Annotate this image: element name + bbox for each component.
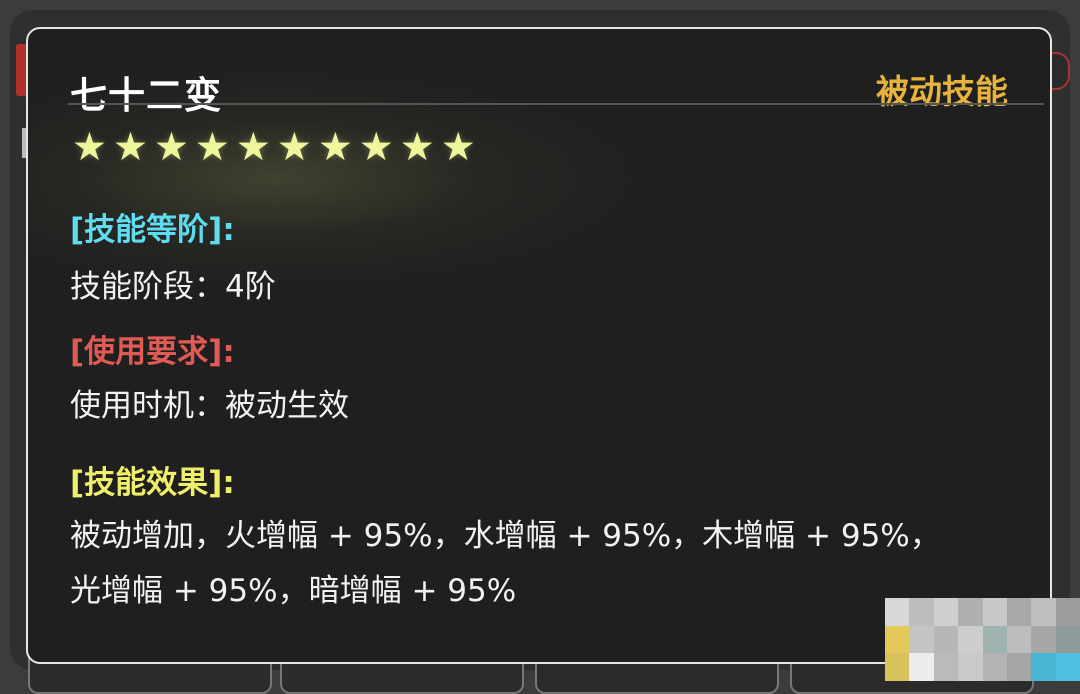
star-icon: ★ — [112, 125, 148, 170]
mosaic-tile — [933, 598, 959, 626]
star-icon: ★ — [399, 125, 435, 170]
mosaic-tile — [982, 653, 1007, 681]
mosaic-tile — [933, 653, 959, 681]
mosaic-tile — [885, 625, 910, 654]
effect-text: 被动增加，火增幅 + 95%，水增幅 + 95%，木增幅 + 95%，光增幅 +… — [70, 518, 941, 609]
star-icon: ★ — [194, 125, 230, 170]
star-icon: ★ — [235, 125, 271, 170]
mosaic-tile — [909, 625, 934, 654]
mosaic-tile — [1055, 598, 1080, 626]
grade-section-header: [技能等阶]: — [70, 212, 235, 248]
mosaic-tile — [933, 625, 959, 654]
requirement-line: 使用时机：被动生效 — [70, 380, 349, 425]
mosaic-tile — [1031, 653, 1056, 681]
mosaic-tile — [1006, 653, 1032, 681]
mosaic-tile — [1031, 598, 1056, 626]
skill-type-label: 被动技能 — [876, 72, 1008, 111]
mosaic-tile — [982, 598, 1007, 626]
mosaic-tile — [1006, 625, 1032, 654]
mosaic-tile — [885, 598, 910, 626]
star-icon: ★ — [440, 125, 476, 170]
grade-line-label: 技能阶段： — [70, 269, 225, 305]
skill-star-rating: ★ ★ ★ ★ ★ ★ ★ ★ ★ ★ — [72, 125, 476, 171]
skill-tooltip-card: 七十二变 被动技能 ★ ★ ★ ★ ★ ★ ★ ★ ★ ★ [技能等阶]: 技能阶段：4阶 [使用… — [26, 27, 1052, 664]
mosaic-tile — [1006, 598, 1032, 626]
mosaic-tile — [909, 598, 934, 626]
star-icon: ★ — [358, 125, 394, 170]
star-icon: ★ — [276, 125, 312, 170]
requirement-line-label: 使用时机： — [70, 388, 225, 424]
star-icon: ★ — [153, 125, 189, 170]
star-icon: ★ — [317, 125, 353, 170]
mosaic-tile — [982, 625, 1007, 654]
mosaic-tile — [958, 598, 983, 626]
mosaic-tile — [885, 653, 910, 681]
skill-name: 七十二变 — [70, 74, 222, 117]
requirement-line-value: 被动生效 — [225, 388, 349, 424]
mosaic-tile — [1055, 653, 1080, 681]
title-divider — [68, 103, 1044, 105]
mosaic-tile — [909, 653, 934, 681]
grade-line: 技能阶段：4阶 — [70, 261, 276, 306]
star-icon: ★ — [72, 125, 107, 170]
grade-line-value: 4阶 — [225, 269, 276, 305]
mosaic-tile — [958, 653, 983, 681]
pixelated-corner — [885, 598, 1080, 681]
mosaic-tile — [1055, 625, 1080, 654]
effect-section-header: [技能效果]: — [70, 465, 235, 501]
requirement-section-header: [使用要求]: — [70, 334, 235, 370]
mosaic-tile — [958, 625, 983, 654]
mosaic-tile — [1031, 625, 1056, 654]
